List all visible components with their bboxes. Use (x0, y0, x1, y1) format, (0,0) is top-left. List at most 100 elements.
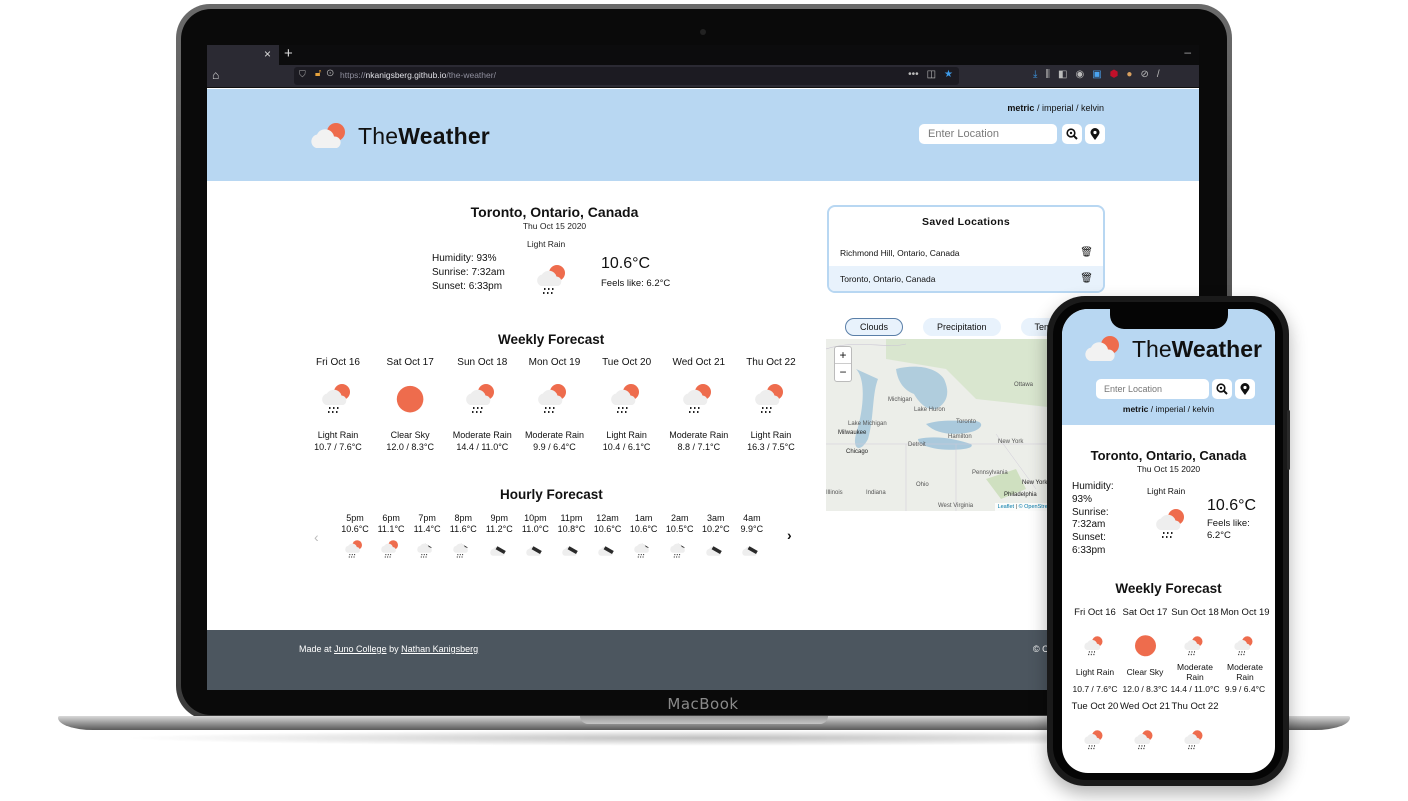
day-description: Moderate Rain (452, 430, 512, 440)
trash-icon[interactable]: 🗑︎ (1080, 266, 1093, 291)
shield-icon[interactable]: ⛉ (299, 69, 306, 80)
hour-temperature: 11.6°C (449, 524, 477, 534)
tab-clouds[interactable]: Clouds (845, 318, 904, 336)
map-zoom-in-button[interactable]: + (835, 347, 851, 364)
mobile-unit-selector: metric / imperial / kelvin (1062, 404, 1275, 414)
day-temperature: 10.7 / 7.6°C (1072, 684, 1118, 694)
url-text[interactable]: https://nkanigsberg.github.io/the-weathe… (340, 70, 496, 80)
day-name: Sun Oct 18 (1171, 607, 1219, 618)
permissions-icon[interactable]: ⊙ (326, 68, 334, 79)
map-label: Pennsylvania (972, 470, 1008, 476)
day-name: Sat Oct 17 (386, 357, 434, 368)
pocket-icon[interactable]: ◫ (927, 69, 936, 80)
unit-imperial[interactable]: imperial (1042, 103, 1074, 113)
geolocate-button[interactable] (1085, 124, 1105, 144)
bookmark-star-icon[interactable]: ★ (944, 69, 953, 80)
unit-metric[interactable]: metric (1123, 404, 1149, 414)
search-location-icon (1066, 128, 1078, 140)
mobile-current-date: Thu Oct 15 2020 (1136, 464, 1201, 474)
day-description: Light Rain (750, 430, 792, 440)
unit-kelvin[interactable]: kelvin (1081, 103, 1104, 113)
hourly-item: 6pm 11.1°C (373, 513, 409, 561)
weather-map[interactable]: Ottawa Michigan Lake Huron Toronto Lake … (826, 339, 1066, 511)
hour-temperature: 11.1°C (377, 524, 405, 534)
extension-icon[interactable]: ▣ (1092, 69, 1101, 80)
lock-warning-icon[interactable]: 🔓︎ (315, 68, 321, 79)
brand-bold: Weather (1171, 335, 1262, 362)
mobile-weekly-forecast-title: Weekly Forecast (1115, 581, 1222, 596)
unit-metric[interactable]: metric (1007, 103, 1034, 113)
hour-temperature: 10.8°C (557, 524, 586, 534)
minimize-button[interactable]: – (1184, 45, 1191, 59)
humidity-label: Humidity: (1072, 481, 1114, 492)
feels-like: Feels like: 6.2°C (601, 278, 671, 289)
url-bar[interactable]: ⛉ 🔓︎ ⊙ https://nkanigsberg.github.io/the… (294, 67, 959, 85)
unit-kelvin[interactable]: kelvin (1192, 404, 1214, 414)
mobile-location-search-input[interactable] (1096, 379, 1209, 399)
day-name: Wed Oct 21 (1120, 701, 1170, 712)
brand-bold: Weather (398, 122, 490, 149)
trash-icon[interactable]: 🗑︎ (1080, 240, 1093, 266)
mobile-forecast-day: Mon Oct 19 Moderate Rain 9.9 / 6.4°C (1220, 607, 1270, 695)
rain-moon-icon (445, 537, 481, 561)
day-temperature: 14.4 / 11.0°C (456, 442, 509, 452)
hourly-item: 2am 10.5°C (662, 513, 698, 561)
hourly-next-button[interactable]: › (787, 527, 792, 543)
day-description: Clear Sky (1126, 666, 1164, 677)
map-zoom-out-button[interactable]: − (835, 364, 851, 381)
library-icon[interactable]: ⫼ (1045, 69, 1050, 80)
hour-time: 12am (596, 513, 619, 523)
footer-made-at: Made at (299, 644, 335, 654)
sunrise-label: Sunrise: (1072, 506, 1109, 518)
more-actions-icon[interactable]: ••• (908, 69, 919, 80)
hourly-item: 1am 10.6°C (626, 513, 662, 561)
brand-name: TheWeather (358, 123, 490, 150)
map-label: Chicago (846, 449, 869, 455)
hour-time: 11pm (560, 513, 583, 523)
map-label: Lake Huron (914, 407, 946, 413)
new-tab-button[interactable]: + (284, 45, 293, 62)
tab-precipitation[interactable]: Precipitation (923, 318, 1001, 336)
author-link[interactable]: Nathan Kanigsberg (401, 644, 478, 654)
unit-imperial[interactable]: imperial (1156, 404, 1186, 414)
juno-college-link[interactable]: Juno College (334, 644, 387, 654)
search-button[interactable] (1062, 124, 1082, 144)
home-icon[interactable]: ⌂ (212, 68, 219, 82)
brand-regular: The (358, 122, 399, 149)
close-tab-icon[interactable]: × (264, 47, 271, 61)
map-pin-icon (1240, 383, 1250, 395)
day-temperature: 16.3 / 7.5°C (747, 442, 795, 452)
sunrise-value: 7:32am (1072, 519, 1106, 531)
browser-tab[interactable]: × (207, 45, 279, 65)
hourly-prev-button[interactable]: ‹ (314, 529, 319, 545)
rain-moon-icon (626, 537, 662, 561)
account-icon[interactable]: ◉ (1075, 69, 1084, 80)
pen-icon[interactable]: / (1157, 69, 1160, 80)
mobile-geolocate-button[interactable] (1235, 379, 1255, 399)
sidebar-icon[interactable]: ◧ (1058, 69, 1067, 80)
saved-location-item[interactable]: Toronto, Ontario, Canada 🗑︎ (829, 266, 1103, 291)
hourly-item: 5pm 10.6°C (337, 513, 373, 561)
mobile-search-button[interactable] (1212, 379, 1232, 399)
map-label: Milwaukee (838, 430, 867, 436)
ublock-icon[interactable]: ⬢ (1110, 69, 1119, 80)
location-search-input[interactable] (919, 124, 1057, 144)
block-icon[interactable]: ⊘ (1140, 69, 1148, 80)
day-temperature: 10.7 / 7.6°C (314, 442, 362, 452)
brand-name: TheWeather (1132, 336, 1262, 363)
leaflet-link[interactable]: Leaflet (998, 504, 1015, 510)
rain-sun-icon (518, 375, 590, 423)
day-name: Fri Oct 16 (1074, 607, 1116, 618)
rain-sun-icon (1070, 727, 1120, 753)
mobile-logo[interactable]: TheWeather (1082, 334, 1262, 364)
avatar-extension-icon[interactable]: ● (1126, 69, 1132, 80)
logo[interactable]: TheWeather (308, 121, 490, 151)
hour-temperature: 10.6°C (341, 524, 369, 534)
hour-time: 10pm (524, 513, 547, 523)
hour-temperature: 10.2°C (701, 524, 730, 534)
saved-location-item[interactable]: Richmond Hill, Ontario, Canada 🗑︎ (829, 240, 1103, 266)
map-label: Toronto (956, 419, 977, 425)
mobile-weekly-forecast: Fri Oct 16 Light Rain 10.7 / 7.6°C Sat Oct … (1070, 607, 1270, 753)
sun-icon (374, 375, 446, 423)
download-icon[interactable]: ⤓ (1033, 69, 1037, 80)
